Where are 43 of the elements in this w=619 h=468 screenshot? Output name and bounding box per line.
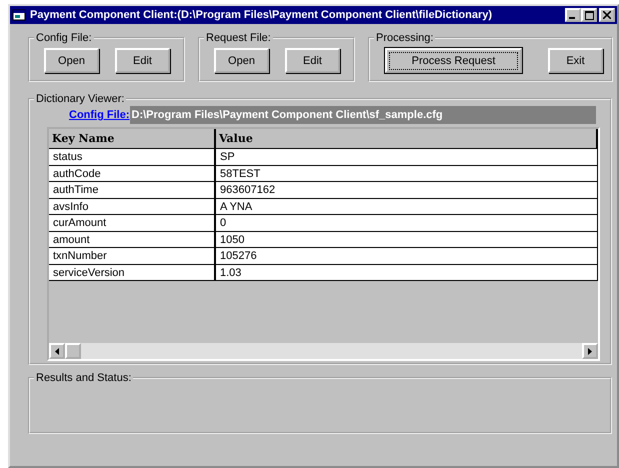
scroll-right-button[interactable]: [582, 343, 598, 359]
table-cell: SP: [216, 149, 598, 166]
path-field: D:\Program Files\Payment Component Client\sf_sample.cfg: [130, 106, 596, 124]
push-button[interactable]: Open: [44, 48, 99, 73]
group-label: Results and Status:: [35, 372, 132, 384]
table-cell: authTime: [49, 182, 216, 198]
config-file-link[interactable]: Config File:: [69, 106, 130, 124]
table-cell: 105276: [216, 248, 598, 264]
push-button[interactable]: Edit: [115, 48, 170, 73]
table-cell: 58TEST: [216, 166, 598, 182]
table-cell: 1.03: [216, 264, 598, 281]
scroll-left-button[interactable]: [49, 343, 65, 359]
table-cell: curAmount: [49, 215, 216, 232]
group-label: Request File:: [205, 32, 272, 44]
close-icon: [603, 11, 611, 19]
table-cell: authCode: [49, 166, 216, 182]
push-button[interactable]: Open: [214, 48, 269, 73]
table-cell: A YNA: [216, 198, 598, 215]
horizontal-scrollbar[interactable]: [49, 343, 598, 359]
maximize-icon: [584, 10, 594, 20]
right-arrow-icon: [588, 348, 592, 354]
window-title: Payment Component Client:(D:\Program Files\Payment Component Client\fileDictionary): [30, 9, 492, 21]
column-header[interactable]: Key Name: [49, 129, 216, 149]
table-cell: 963607162: [216, 182, 598, 198]
table-cell: 1050: [216, 232, 598, 248]
table-cell: avsInfo: [49, 198, 216, 215]
table-cell: txnNumber: [49, 248, 216, 264]
close-button[interactable]: [599, 8, 615, 22]
table-cell: amount: [49, 232, 216, 248]
group-label: Dictionary Viewer:: [35, 93, 126, 105]
table-cell: 0: [216, 215, 598, 232]
column-header[interactable]: Value: [216, 129, 598, 149]
push-button[interactable]: Exit: [548, 48, 603, 73]
table-cell: status: [49, 149, 216, 166]
scroll-thumb[interactable]: [65, 343, 81, 359]
group-label: Processing:: [375, 32, 434, 44]
table-cell: serviceVersion: [49, 264, 216, 281]
minimize-button[interactable]: [565, 8, 581, 22]
group-label: Config File:: [35, 32, 93, 44]
maximize-button[interactable]: [581, 8, 597, 22]
push-button[interactable]: Process Request: [385, 48, 522, 73]
push-button[interactable]: Edit: [285, 48, 340, 73]
left-arrow-icon: [55, 348, 59, 354]
